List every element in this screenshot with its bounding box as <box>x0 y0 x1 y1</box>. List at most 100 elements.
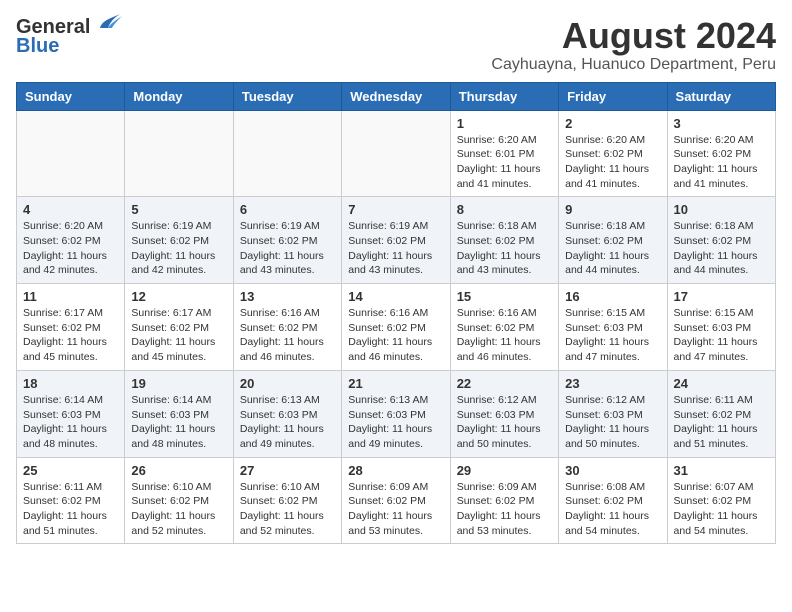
day-info: Sunrise: 6:12 AM Sunset: 6:03 PM Dayligh… <box>565 393 660 452</box>
calendar-cell <box>342 110 450 197</box>
day-info: Sunrise: 6:13 AM Sunset: 6:03 PM Dayligh… <box>240 393 335 452</box>
calendar-week-3: 11 Sunrise: 6:17 AM Sunset: 6:02 PM Dayli… <box>17 284 776 371</box>
day-info: Sunrise: 6:14 AM Sunset: 6:03 PM Dayligh… <box>23 393 118 452</box>
calendar-cell: 25 Sunrise: 6:11 AM Sunset: 6:02 PM Dayli… <box>17 457 125 544</box>
calendar-cell <box>125 110 233 197</box>
day-number: 23 <box>565 376 660 391</box>
day-number: 1 <box>457 116 552 131</box>
calendar-table: SundayMondayTuesdayWednesdayThursdayFrid… <box>16 82 776 545</box>
calendar-cell: 27 Sunrise: 6:10 AM Sunset: 6:02 PM Dayli… <box>233 457 341 544</box>
calendar-cell: 26 Sunrise: 6:10 AM Sunset: 6:02 PM Dayli… <box>125 457 233 544</box>
calendar-title: August 2024 <box>491 16 776 56</box>
day-number: 3 <box>674 116 769 131</box>
day-info: Sunrise: 6:18 AM Sunset: 6:02 PM Dayligh… <box>674 219 769 278</box>
day-info: Sunrise: 6:20 AM Sunset: 6:01 PM Dayligh… <box>457 133 552 192</box>
day-number: 8 <box>457 202 552 217</box>
calendar-cell: 17Sunrise: 6:15 AM Sunset: 6:03 PM Dayli… <box>667 284 775 371</box>
header-sunday: Sunday <box>17 82 125 110</box>
calendar-cell: 5 Sunrise: 6:19 AM Sunset: 6:02 PM Daylig… <box>125 197 233 284</box>
day-info: Sunrise: 6:10 AM Sunset: 6:02 PM Dayligh… <box>240 480 335 539</box>
calendar-cell: 8Sunrise: 6:18 AM Sunset: 6:02 PM Daylig… <box>450 197 558 284</box>
day-info: Sunrise: 6:17 AM Sunset: 6:02 PM Dayligh… <box>131 306 226 365</box>
day-info: Sunrise: 6:16 AM Sunset: 6:02 PM Dayligh… <box>240 306 335 365</box>
day-info: Sunrise: 6:16 AM Sunset: 6:02 PM Dayligh… <box>457 306 552 365</box>
day-info: Sunrise: 6:07 AM Sunset: 6:02 PM Dayligh… <box>674 480 769 539</box>
calendar-cell: 21 Sunrise: 6:13 AM Sunset: 6:03 PM Dayli… <box>342 370 450 457</box>
day-info: Sunrise: 6:18 AM Sunset: 6:02 PM Dayligh… <box>565 219 660 278</box>
calendar-cell: 24 Sunrise: 6:11 AM Sunset: 6:02 PM Dayli… <box>667 370 775 457</box>
day-number: 7 <box>348 202 443 217</box>
calendar-cell: 6 Sunrise: 6:19 AM Sunset: 6:02 PM Daylig… <box>233 197 341 284</box>
day-number: 20 <box>240 376 335 391</box>
calendar-cell: 9 Sunrise: 6:18 AM Sunset: 6:02 PM Daylig… <box>559 197 667 284</box>
day-info: Sunrise: 6:15 AM Sunset: 6:03 PM Dayligh… <box>674 306 769 365</box>
calendar-cell: 19Sunrise: 6:14 AM Sunset: 6:03 PM Dayli… <box>125 370 233 457</box>
calendar-week-1: 1 Sunrise: 6:20 AM Sunset: 6:01 PM Daylig… <box>17 110 776 197</box>
header-monday: Monday <box>125 82 233 110</box>
calendar-cell: 20 Sunrise: 6:13 AM Sunset: 6:03 PM Dayli… <box>233 370 341 457</box>
day-info: Sunrise: 6:09 AM Sunset: 6:02 PM Dayligh… <box>457 480 552 539</box>
day-info: Sunrise: 6:19 AM Sunset: 6:02 PM Dayligh… <box>240 219 335 278</box>
calendar-week-5: 25 Sunrise: 6:11 AM Sunset: 6:02 PM Dayli… <box>17 457 776 544</box>
calendar-cell: 2Sunrise: 6:20 AM Sunset: 6:02 PM Daylig… <box>559 110 667 197</box>
calendar-cell: 4Sunrise: 6:20 AM Sunset: 6:02 PM Daylig… <box>17 197 125 284</box>
day-number: 9 <box>565 202 660 217</box>
day-info: Sunrise: 6:17 AM Sunset: 6:02 PM Dayligh… <box>23 306 118 365</box>
calendar-cell: 12 Sunrise: 6:17 AM Sunset: 6:02 PM Dayli… <box>125 284 233 371</box>
day-number: 6 <box>240 202 335 217</box>
day-info: Sunrise: 6:13 AM Sunset: 6:03 PM Dayligh… <box>348 393 443 452</box>
calendar-cell: 14Sunrise: 6:16 AM Sunset: 6:02 PM Dayli… <box>342 284 450 371</box>
header-thursday: Thursday <box>450 82 558 110</box>
calendar-cell: 18Sunrise: 6:14 AM Sunset: 6:03 PM Dayli… <box>17 370 125 457</box>
day-number: 10 <box>674 202 769 217</box>
day-number: 28 <box>348 463 443 478</box>
calendar-cell: 11 Sunrise: 6:17 AM Sunset: 6:02 PM Dayli… <box>17 284 125 371</box>
calendar-cell: 29 Sunrise: 6:09 AM Sunset: 6:02 PM Dayli… <box>450 457 558 544</box>
day-number: 15 <box>457 289 552 304</box>
day-info: Sunrise: 6:09 AM Sunset: 6:02 PM Dayligh… <box>348 480 443 539</box>
calendar-subtitle: Cayhuayna, Huanuco Department, Peru <box>491 56 776 74</box>
day-info: Sunrise: 6:19 AM Sunset: 6:02 PM Dayligh… <box>348 219 443 278</box>
calendar-cell <box>17 110 125 197</box>
day-number: 31 <box>674 463 769 478</box>
day-number: 27 <box>240 463 335 478</box>
page-header: General Blue August 2024 Cayhuayna, Huan… <box>16 16 776 74</box>
day-info: Sunrise: 6:20 AM Sunset: 6:02 PM Dayligh… <box>674 133 769 192</box>
day-number: 12 <box>131 289 226 304</box>
day-info: Sunrise: 6:11 AM Sunset: 6:02 PM Dayligh… <box>674 393 769 452</box>
calendar-week-4: 18Sunrise: 6:14 AM Sunset: 6:03 PM Dayli… <box>17 370 776 457</box>
day-number: 26 <box>131 463 226 478</box>
day-info: Sunrise: 6:11 AM Sunset: 6:02 PM Dayligh… <box>23 480 118 539</box>
day-number: 16 <box>565 289 660 304</box>
calendar-cell: 1 Sunrise: 6:20 AM Sunset: 6:01 PM Daylig… <box>450 110 558 197</box>
calendar-cell: 31 Sunrise: 6:07 AM Sunset: 6:02 PM Dayli… <box>667 457 775 544</box>
calendar-cell: 22Sunrise: 6:12 AM Sunset: 6:03 PM Dayli… <box>450 370 558 457</box>
day-number: 5 <box>131 202 226 217</box>
header-saturday: Saturday <box>667 82 775 110</box>
day-number: 4 <box>23 202 118 217</box>
header-wednesday: Wednesday <box>342 82 450 110</box>
day-number: 29 <box>457 463 552 478</box>
logo: General Blue <box>16 16 122 56</box>
calendar-cell: 10 Sunrise: 6:18 AM Sunset: 6:02 PM Dayli… <box>667 197 775 284</box>
calendar-cell <box>233 110 341 197</box>
day-number: 19 <box>131 376 226 391</box>
day-info: Sunrise: 6:15 AM Sunset: 6:03 PM Dayligh… <box>565 306 660 365</box>
calendar-cell: 16 Sunrise: 6:15 AM Sunset: 6:03 PM Dayli… <box>559 284 667 371</box>
day-info: Sunrise: 6:10 AM Sunset: 6:02 PM Dayligh… <box>131 480 226 539</box>
day-info: Sunrise: 6:16 AM Sunset: 6:02 PM Dayligh… <box>348 306 443 365</box>
header-friday: Friday <box>559 82 667 110</box>
day-info: Sunrise: 6:20 AM Sunset: 6:02 PM Dayligh… <box>565 133 660 192</box>
day-number: 13 <box>240 289 335 304</box>
logo-text-blue: Blue <box>16 36 122 56</box>
day-number: 25 <box>23 463 118 478</box>
calendar-header-row: SundayMondayTuesdayWednesdayThursdayFrid… <box>17 82 776 110</box>
day-number: 21 <box>348 376 443 391</box>
day-number: 11 <box>23 289 118 304</box>
day-info: Sunrise: 6:08 AM Sunset: 6:02 PM Dayligh… <box>565 480 660 539</box>
calendar-cell: 7 Sunrise: 6:19 AM Sunset: 6:02 PM Daylig… <box>342 197 450 284</box>
logo-bird-icon <box>92 10 122 36</box>
day-number: 24 <box>674 376 769 391</box>
day-info: Sunrise: 6:19 AM Sunset: 6:02 PM Dayligh… <box>131 219 226 278</box>
calendar-week-2: 4Sunrise: 6:20 AM Sunset: 6:02 PM Daylig… <box>17 197 776 284</box>
